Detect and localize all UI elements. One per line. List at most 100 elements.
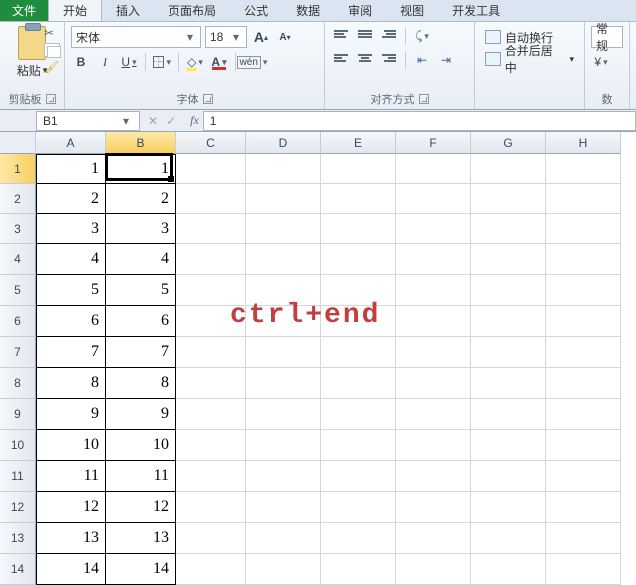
- cell-G4[interactable]: [471, 244, 546, 275]
- tab-view[interactable]: 视图: [386, 0, 438, 21]
- cell-F14[interactable]: [396, 554, 471, 585]
- increase-indent-button[interactable]: ⇥: [436, 50, 456, 70]
- cell-A1[interactable]: 1: [36, 154, 106, 184]
- cell-H11[interactable]: [546, 461, 621, 492]
- bold-button[interactable]: B: [71, 52, 91, 72]
- cell-B10[interactable]: 10: [106, 430, 176, 461]
- cell-E10[interactable]: [321, 430, 396, 461]
- cell-E1[interactable]: [321, 154, 396, 184]
- cell-G8[interactable]: [471, 368, 546, 399]
- cells-area[interactable]: 11223344556677889910101111121213131414: [36, 154, 636, 585]
- cell-B14[interactable]: 14: [106, 554, 176, 585]
- align-bottom-button[interactable]: [379, 26, 399, 46]
- align-center-button[interactable]: [355, 50, 375, 70]
- cell-D8[interactable]: [246, 368, 321, 399]
- cell-D13[interactable]: [246, 523, 321, 554]
- align-right-button[interactable]: [379, 50, 399, 70]
- cell-H6[interactable]: [546, 306, 621, 337]
- dialog-launcher-icon[interactable]: [46, 94, 56, 104]
- cell-A8[interactable]: 8: [36, 368, 106, 399]
- font-name-combo[interactable]: 宋体▾: [71, 26, 201, 48]
- cell-D2[interactable]: [246, 184, 321, 214]
- font-size-combo[interactable]: 18▾: [205, 26, 247, 48]
- decrease-font-button[interactable]: A▾: [275, 27, 295, 47]
- cell-G6[interactable]: [471, 306, 546, 337]
- cell-F2[interactable]: [396, 184, 471, 214]
- cell-C10[interactable]: [176, 430, 246, 461]
- dialog-launcher-icon[interactable]: [419, 94, 429, 104]
- tab-data[interactable]: 数据: [282, 0, 334, 21]
- cell-B2[interactable]: 2: [106, 184, 176, 214]
- cell-F8[interactable]: [396, 368, 471, 399]
- cell-A6[interactable]: 6: [36, 306, 106, 337]
- number-format-combo[interactable]: 常规: [591, 26, 623, 48]
- column-header-C[interactable]: C: [176, 132, 246, 154]
- cell-B9[interactable]: 9: [106, 399, 176, 430]
- cell-F4[interactable]: [396, 244, 471, 275]
- column-header-H[interactable]: H: [546, 132, 621, 154]
- cell-G14[interactable]: [471, 554, 546, 585]
- cell-E3[interactable]: [321, 214, 396, 244]
- cell-D9[interactable]: [246, 399, 321, 430]
- row-header-11[interactable]: 11: [0, 461, 36, 492]
- column-header-E[interactable]: E: [321, 132, 396, 154]
- italic-button[interactable]: I: [95, 52, 115, 72]
- cell-D11[interactable]: [246, 461, 321, 492]
- cell-E12[interactable]: [321, 492, 396, 523]
- cell-B6[interactable]: 6: [106, 306, 176, 337]
- decrease-indent-button[interactable]: ⇤: [412, 50, 432, 70]
- cell-H8[interactable]: [546, 368, 621, 399]
- cell-H12[interactable]: [546, 492, 621, 523]
- column-header-D[interactable]: D: [246, 132, 321, 154]
- row-header-3[interactable]: 3: [0, 214, 36, 244]
- cell-D10[interactable]: [246, 430, 321, 461]
- cell-C1[interactable]: [176, 154, 246, 184]
- cell-A13[interactable]: 13: [36, 523, 106, 554]
- cell-G9[interactable]: [471, 399, 546, 430]
- cut-icon[interactable]: ✂: [44, 26, 60, 40]
- increase-font-button[interactable]: A▴: [251, 27, 271, 47]
- row-header-10[interactable]: 10: [0, 430, 36, 461]
- tab-review[interactable]: 审阅: [334, 0, 386, 21]
- row-header-6[interactable]: 6: [0, 306, 36, 337]
- column-header-F[interactable]: F: [396, 132, 471, 154]
- align-middle-button[interactable]: [355, 26, 375, 46]
- tab-page-layout[interactable]: 页面布局: [154, 0, 230, 21]
- cell-B5[interactable]: 5: [106, 275, 176, 306]
- underline-button[interactable]: U: [119, 52, 139, 72]
- cell-C4[interactable]: [176, 244, 246, 275]
- cell-F9[interactable]: [396, 399, 471, 430]
- cell-B13[interactable]: 13: [106, 523, 176, 554]
- dialog-launcher-icon[interactable]: [203, 94, 213, 104]
- cell-B1[interactable]: 1: [106, 154, 176, 184]
- cell-F7[interactable]: [396, 337, 471, 368]
- column-header-B[interactable]: B: [106, 132, 176, 154]
- cell-H1[interactable]: [546, 154, 621, 184]
- column-header-G[interactable]: G: [471, 132, 546, 154]
- cell-E13[interactable]: [321, 523, 396, 554]
- row-header-12[interactable]: 12: [0, 492, 36, 523]
- tab-insert[interactable]: 插入: [102, 0, 154, 21]
- phonetic-button[interactable]: wén: [242, 52, 262, 72]
- tab-formulas[interactable]: 公式: [230, 0, 282, 21]
- orientation-button[interactable]: ⤹: [412, 26, 432, 46]
- tab-file[interactable]: 文件: [0, 0, 48, 21]
- fx-icon[interactable]: fx: [190, 113, 199, 128]
- cell-E9[interactable]: [321, 399, 396, 430]
- row-header-5[interactable]: 5: [0, 275, 36, 306]
- cell-G5[interactable]: [471, 275, 546, 306]
- cell-C9[interactable]: [176, 399, 246, 430]
- cell-E4[interactable]: [321, 244, 396, 275]
- cell-G12[interactable]: [471, 492, 546, 523]
- row-header-4[interactable]: 4: [0, 244, 36, 275]
- merge-center-button[interactable]: 合并后居中▾: [481, 48, 578, 70]
- row-header-8[interactable]: 8: [0, 368, 36, 399]
- cell-C3[interactable]: [176, 214, 246, 244]
- cell-E14[interactable]: [321, 554, 396, 585]
- cell-C7[interactable]: [176, 337, 246, 368]
- cell-H4[interactable]: [546, 244, 621, 275]
- cell-A9[interactable]: 9: [36, 399, 106, 430]
- copy-icon[interactable]: [44, 43, 60, 57]
- cell-F11[interactable]: [396, 461, 471, 492]
- font-color-button[interactable]: A: [209, 52, 229, 72]
